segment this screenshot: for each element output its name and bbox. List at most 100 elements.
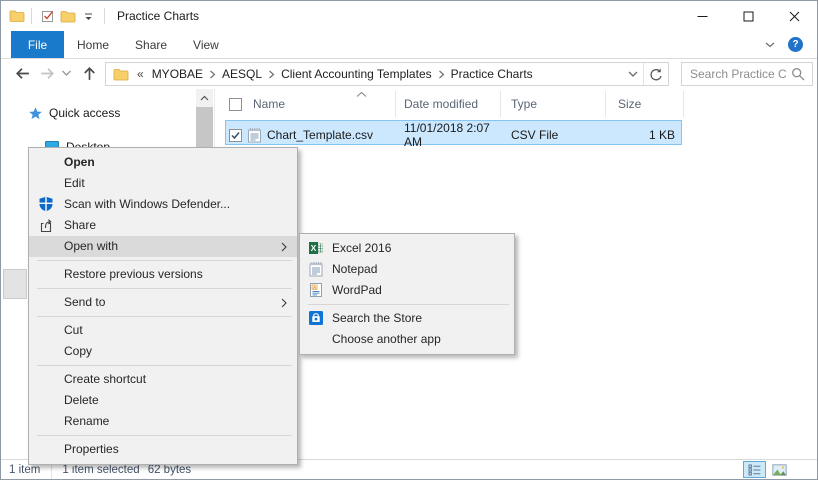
recent-locations-button[interactable]	[61, 69, 72, 78]
breadcrumb-overflow[interactable]: «	[137, 67, 144, 81]
folder-icon	[113, 68, 129, 81]
breadcrumb-item[interactable]: Practice Charts	[451, 67, 533, 81]
store-icon	[308, 310, 324, 326]
file-row-selected[interactable]: Chart_Template.csv 11/01/2018 2:07 AM CS…	[225, 120, 682, 145]
details-view-icon	[748, 464, 761, 476]
context-menu-item-delete[interactable]: Delete	[29, 390, 297, 411]
back-button[interactable]	[13, 64, 32, 83]
file-type: CSV File	[501, 128, 606, 142]
open-with-item-wordpad[interactable]: A WordPad	[300, 280, 514, 301]
ribbon-tab-row: File Home Share View ?	[1, 31, 817, 59]
arrow-right-icon	[38, 64, 57, 83]
window-title: Practice Charts	[117, 9, 199, 23]
titlebar-divider	[104, 8, 105, 24]
context-menu-item-share[interactable]: Share	[29, 215, 297, 236]
refresh-button[interactable]	[648, 67, 663, 82]
context-menu-item-cut[interactable]: Cut	[29, 320, 297, 341]
share-icon	[38, 217, 54, 233]
svg-text:X: X	[311, 243, 317, 253]
view-details-button[interactable]	[743, 461, 766, 478]
breadcrumb-item[interactable]: AESQL	[222, 67, 262, 81]
open-with-item-choose-another-app[interactable]: Choose another app	[300, 329, 514, 350]
context-menu-item-scan-with-windows-defender[interactable]: Scan with Windows Defender...	[29, 194, 297, 215]
submenu-arrow-icon	[281, 298, 287, 308]
close-icon	[789, 11, 800, 22]
context-menu-item-rename[interactable]: Rename	[29, 411, 297, 432]
chevron-up-icon	[200, 95, 209, 101]
open-with-item-notepad[interactable]: Notepad	[300, 259, 514, 280]
chevron-down-icon	[627, 70, 639, 79]
tab-view[interactable]: View	[180, 31, 232, 58]
navigation-bar: « MYOBAE AESQL Client Accounting Templat…	[1, 59, 817, 90]
breadcrumb-item[interactable]: MYOBAE	[152, 67, 203, 81]
tab-file[interactable]: File	[11, 31, 64, 58]
maximize-button[interactable]	[725, 1, 771, 31]
qat-new-folder-button[interactable]	[58, 5, 78, 27]
view-thumbnails-button[interactable]	[768, 461, 791, 478]
titlebar-divider	[31, 8, 32, 24]
context-menu-item-properties[interactable]: Properties	[29, 439, 297, 460]
tab-home[interactable]: Home	[64, 31, 122, 58]
search-icon[interactable]	[791, 67, 805, 81]
chevron-down-icon	[764, 41, 776, 49]
select-all-checkbox[interactable]	[229, 98, 242, 111]
up-button[interactable]	[80, 64, 99, 83]
help-button[interactable]: ?	[788, 37, 803, 52]
minimize-button[interactable]	[679, 1, 725, 31]
menu-separator	[37, 435, 292, 436]
qat-properties-button[interactable]	[38, 5, 58, 27]
app-folder-icon	[9, 9, 25, 23]
status-selection: 1 item selected	[62, 464, 139, 476]
qat-customize-button[interactable]	[78, 5, 98, 27]
minimize-icon	[697, 11, 708, 22]
column-header-date-modified[interactable]: Date modified	[396, 91, 501, 117]
column-header-size[interactable]: Size	[606, 91, 684, 117]
ribbon-expand-button[interactable]	[764, 41, 776, 49]
file-size: 1 KB	[606, 128, 681, 142]
wordpad-icon: A	[308, 282, 324, 298]
breadcrumb-separator-icon	[209, 70, 216, 79]
context-menu-item-edit[interactable]: Edit	[29, 173, 297, 194]
image-view-icon	[772, 464, 787, 476]
file-date-modified: 11/01/2018 2:07 AM	[396, 121, 501, 149]
context-menu-item-create-shortcut[interactable]: Create shortcut	[29, 369, 297, 390]
breadcrumb-separator-icon	[268, 70, 275, 79]
open-with-submenu: X Excel 2016 Notepad A WordPad Search th…	[299, 233, 515, 355]
open-with-item-search-the-store[interactable]: Search the Store	[300, 308, 514, 329]
submenu-arrow-icon	[281, 242, 287, 252]
notepad-icon	[308, 261, 324, 277]
open-with-item-excel-2016[interactable]: X Excel 2016	[300, 238, 514, 259]
column-header-type[interactable]: Type	[501, 91, 606, 117]
context-menu: Open Edit Scan with Windows Defender... …	[28, 147, 298, 465]
star-icon	[28, 106, 43, 121]
tab-share[interactable]: Share	[122, 31, 180, 58]
close-button[interactable]	[771, 1, 817, 31]
column-header-name[interactable]: Name	[225, 91, 396, 117]
context-menu-item-copy[interactable]: Copy	[29, 341, 297, 362]
breadcrumb-item[interactable]: Client Accounting Templates	[281, 67, 432, 81]
title-bar: Practice Charts	[1, 1, 817, 31]
forward-button[interactable]	[38, 64, 57, 83]
arrow-left-icon	[13, 64, 32, 83]
sidebar-item-quick-access[interactable]: Quick access	[28, 104, 120, 122]
context-menu-item-open[interactable]: Open	[29, 152, 297, 173]
context-menu-item-restore-previous-versions[interactable]: Restore previous versions	[29, 264, 297, 285]
address-dropdown-button[interactable]	[627, 70, 639, 79]
chevron-down-icon	[61, 69, 72, 78]
status-selection-size: 62 bytes	[148, 464, 191, 476]
explorer-window: Practice Charts File Home Share View ?	[0, 0, 818, 480]
search-input[interactable]	[682, 67, 791, 81]
context-menu-item-send-to[interactable]: Send to	[29, 292, 297, 313]
excel-icon: X	[308, 240, 324, 256]
maximize-icon	[743, 11, 754, 22]
checkbox-red-check-icon	[41, 9, 55, 23]
windows-defender-icon	[38, 196, 54, 212]
menu-separator	[308, 304, 509, 305]
row-checkbox-checked[interactable]	[229, 129, 242, 142]
address-divider	[643, 63, 644, 85]
context-menu-item-open-with[interactable]: Open with	[29, 236, 297, 257]
scrollbar-up-button[interactable]	[196, 89, 213, 106]
address-bar[interactable]: « MYOBAE AESQL Client Accounting Templat…	[105, 62, 669, 86]
ui-artifact	[3, 269, 27, 299]
csv-file-icon	[247, 127, 262, 143]
